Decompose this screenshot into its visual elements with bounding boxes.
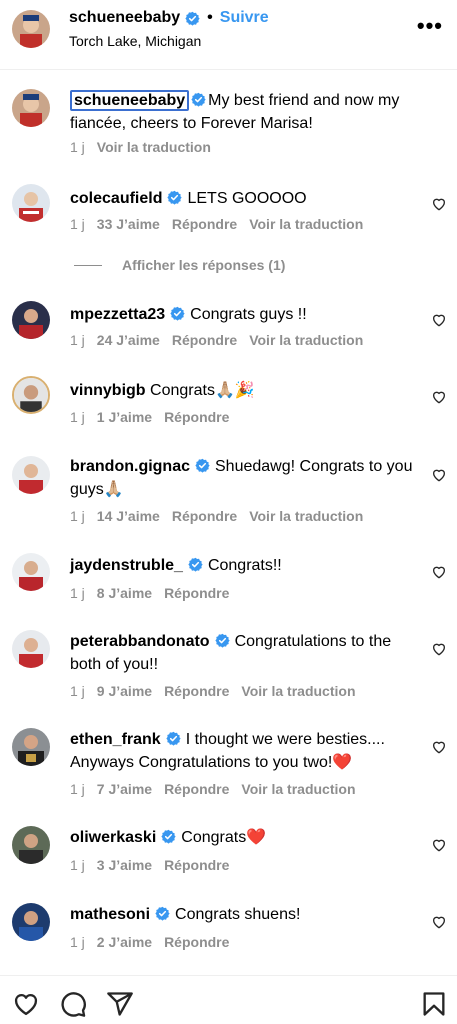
avatar[interactable] bbox=[12, 728, 50, 766]
comment-icon[interactable] bbox=[59, 990, 87, 1018]
heart-icon[interactable] bbox=[431, 641, 447, 657]
comment-text: Congrats shuens! bbox=[175, 906, 301, 923]
comment-text: Congrats guys !! bbox=[190, 306, 307, 323]
verified-icon bbox=[185, 11, 200, 26]
like-count[interactable]: 3 J’aime bbox=[97, 857, 152, 873]
comment-time: 1 j bbox=[70, 585, 85, 601]
avatar[interactable] bbox=[12, 301, 50, 339]
heart-icon[interactable] bbox=[431, 389, 447, 405]
verified-icon bbox=[215, 633, 230, 648]
avatar[interactable] bbox=[12, 10, 50, 48]
comment-time: 1 j bbox=[70, 781, 85, 797]
heart-icon[interactable] bbox=[431, 564, 447, 580]
avatar[interactable] bbox=[12, 89, 50, 127]
comment-time: 1 j bbox=[70, 683, 85, 699]
verified-icon bbox=[170, 306, 185, 321]
caption-username[interactable]: schueneebaby bbox=[70, 90, 190, 111]
like-count[interactable]: 33 J’aime bbox=[97, 216, 160, 232]
like-heart-icon[interactable] bbox=[12, 990, 40, 1018]
like-count[interactable]: 7 J’aime bbox=[97, 781, 152, 797]
like-count[interactable]: 24 J’aime bbox=[97, 332, 160, 348]
verified-icon bbox=[155, 906, 170, 921]
translate-link[interactable]: Voir la traduction bbox=[241, 683, 355, 699]
comment-text: Congrats🙏🏼🎉 bbox=[150, 382, 255, 399]
verified-icon bbox=[161, 829, 176, 844]
comment-username[interactable]: mpezzetta23 bbox=[70, 306, 165, 323]
avatar[interactable] bbox=[12, 826, 50, 864]
heart-icon[interactable] bbox=[431, 739, 447, 755]
heart-icon[interactable] bbox=[431, 837, 447, 853]
post-header: schueneebaby • Suivre Torch Lake, Michig… bbox=[0, 0, 457, 70]
comment-text: Congrats!! bbox=[207, 557, 282, 574]
verified-icon bbox=[195, 458, 210, 473]
comment-username[interactable]: mathesoni bbox=[70, 906, 150, 923]
comment-time: 1 j bbox=[70, 857, 85, 873]
comment-username[interactable]: colecaufield bbox=[70, 190, 162, 207]
like-count[interactable]: 14 J’aime bbox=[97, 508, 160, 524]
divider bbox=[74, 264, 102, 266]
follow-button[interactable]: Suivre bbox=[220, 9, 269, 27]
reply-button[interactable]: Répondre bbox=[164, 857, 229, 873]
reply-button[interactable]: Répondre bbox=[172, 332, 237, 348]
comment-username[interactable]: ethen_frank bbox=[70, 731, 161, 748]
translate-link[interactable]: Voir la traduction bbox=[249, 508, 363, 524]
comment-time: 1 j bbox=[70, 216, 85, 232]
avatar[interactable] bbox=[12, 376, 50, 414]
verified-icon bbox=[191, 92, 206, 107]
location-link[interactable]: Torch Lake, Michigan bbox=[69, 33, 201, 49]
like-count[interactable]: 9 J’aime bbox=[97, 683, 152, 699]
translate-link[interactable]: Voir la traduction bbox=[249, 332, 363, 348]
comment-text: LETS GOOOOO bbox=[187, 190, 307, 207]
header-username[interactable]: schueneebaby bbox=[69, 9, 180, 27]
reply-button[interactable]: Répondre bbox=[164, 409, 229, 425]
avatar[interactable] bbox=[12, 630, 50, 668]
avatar[interactable] bbox=[12, 553, 50, 591]
heart-icon[interactable] bbox=[431, 312, 447, 328]
like-count[interactable]: 2 J’aime bbox=[97, 934, 152, 950]
reply-button[interactable]: Répondre bbox=[164, 934, 229, 950]
view-replies-button[interactable]: Afficher les réponses (1) bbox=[74, 257, 285, 273]
avatar[interactable] bbox=[12, 456, 50, 494]
comment-username[interactable]: brandon.gignac bbox=[70, 458, 190, 475]
comment-username[interactable]: peterabbandonato bbox=[70, 633, 210, 650]
reply-button[interactable]: Répondre bbox=[164, 683, 229, 699]
verified-icon bbox=[188, 557, 203, 572]
comment-time: 1 j bbox=[70, 934, 85, 950]
reply-button[interactable]: Répondre bbox=[172, 216, 237, 232]
action-bar bbox=[0, 975, 457, 1024]
reply-button[interactable]: Répondre bbox=[164, 585, 229, 601]
view-replies-label: Afficher les réponses (1) bbox=[122, 257, 286, 273]
comment-time: 1 j bbox=[70, 409, 85, 425]
comment-text: Congrats❤️ bbox=[181, 829, 267, 846]
verified-icon bbox=[166, 731, 181, 746]
like-count[interactable]: 8 J’aime bbox=[97, 585, 152, 601]
avatar[interactable] bbox=[12, 903, 50, 941]
reply-button[interactable]: Répondre bbox=[172, 508, 237, 524]
comment-time: 1 j bbox=[70, 508, 85, 524]
bookmark-icon[interactable] bbox=[420, 990, 448, 1018]
like-count[interactable]: 1 J’aime bbox=[97, 409, 152, 425]
translate-link[interactable]: Voir la traduction bbox=[241, 781, 355, 797]
translate-link[interactable]: Voir la traduction bbox=[97, 139, 211, 155]
verified-icon bbox=[167, 190, 182, 205]
share-icon[interactable] bbox=[106, 990, 134, 1018]
separator-dot: • bbox=[207, 9, 213, 26]
caption-time: 1 j bbox=[70, 139, 85, 155]
translate-link[interactable]: Voir la traduction bbox=[249, 216, 363, 232]
comment-username[interactable]: vinnybigb bbox=[70, 382, 146, 399]
heart-icon[interactable] bbox=[431, 196, 447, 212]
comment-username[interactable]: jaydenstruble_ bbox=[70, 557, 183, 574]
comment-username[interactable]: oliwerkaski bbox=[70, 829, 156, 846]
more-options-icon[interactable]: ••• bbox=[417, 15, 443, 37]
comment-time: 1 j bbox=[70, 332, 85, 348]
heart-icon[interactable] bbox=[431, 467, 447, 483]
heart-icon[interactable] bbox=[431, 914, 447, 930]
avatar[interactable] bbox=[12, 184, 50, 222]
reply-button[interactable]: Répondre bbox=[164, 781, 229, 797]
